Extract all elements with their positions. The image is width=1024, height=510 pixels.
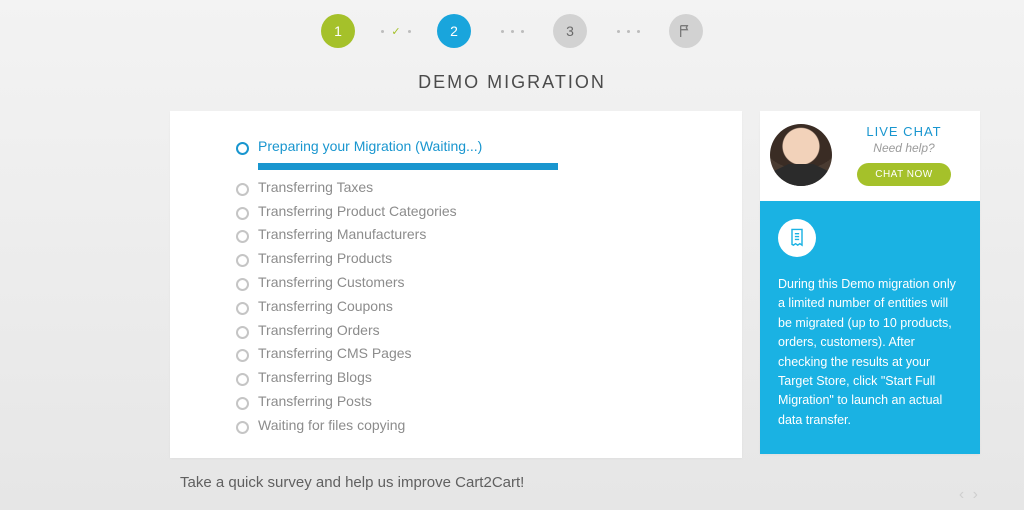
migration-step: Transferring Product Categories: [236, 200, 714, 224]
migration-step: Waiting for files copying: [236, 414, 714, 438]
receipt-icon: [778, 219, 816, 257]
carousel-prev-icon[interactable]: ‹: [959, 486, 966, 503]
step-connector: [609, 30, 647, 33]
live-chat-title: LIVE CHAT: [840, 124, 968, 139]
migration-step: Preparing your Migration (Waiting...): [236, 135, 714, 159]
carousel-next-icon[interactable]: ›: [973, 486, 980, 503]
progress-stepper: 1 ✓ 2 3: [0, 0, 1024, 48]
live-chat-card: LIVE CHAT Need help? CHAT NOW: [760, 111, 980, 201]
step-connector: [493, 30, 531, 33]
avatar: [770, 124, 832, 186]
step-connector: ✓: [377, 25, 415, 38]
page-title: DEMO MIGRATION: [0, 72, 1024, 93]
chat-now-button[interactable]: CHAT NOW: [857, 163, 951, 186]
migration-progress-card: Preparing your Migration (Waiting...) Tra…: [170, 111, 742, 458]
checkmark-icon: ✓: [391, 25, 400, 38]
migration-step: Transferring Taxes: [236, 176, 714, 200]
survey-prompt[interactable]: Take a quick survey and help us improve …: [0, 458, 1024, 491]
migration-step: Transferring Blogs: [236, 366, 714, 390]
migration-step: Transferring Coupons: [236, 295, 714, 319]
demo-info-card: During this Demo migration only a limite…: [760, 201, 980, 454]
migration-step: Transferring Posts: [236, 390, 714, 414]
step-3[interactable]: 3: [553, 14, 587, 48]
migration-step: Transferring Manufacturers: [236, 223, 714, 247]
step-1[interactable]: 1: [321, 14, 355, 48]
info-carousel-nav: ‹ ›: [959, 486, 980, 504]
migration-step: Transferring Orders: [236, 319, 714, 343]
demo-info-text: During this Demo migration only a limite…: [778, 275, 962, 430]
live-chat-subtitle: Need help?: [840, 141, 968, 155]
flag-icon: [678, 23, 694, 39]
migration-step: Transferring Products: [236, 247, 714, 271]
migration-step: Transferring CMS Pages: [236, 342, 714, 366]
migration-step: Transferring Customers: [236, 271, 714, 295]
step-finish[interactable]: [669, 14, 703, 48]
step-2[interactable]: 2: [437, 14, 471, 48]
migration-steps-list: Preparing your Migration (Waiting...) Tra…: [236, 135, 714, 438]
migration-progress-bar: [258, 163, 558, 170]
